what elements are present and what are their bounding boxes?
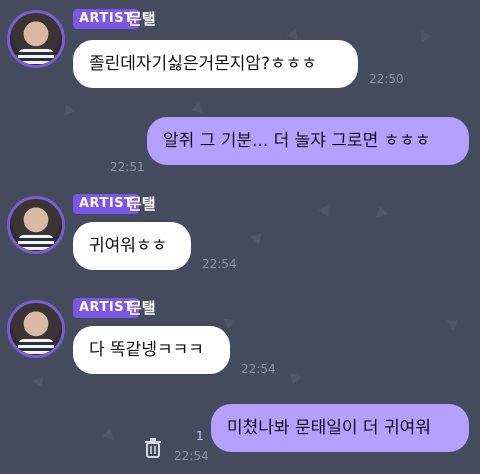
background-pattern (32, 372, 48, 388)
trash-icon[interactable] (143, 437, 163, 459)
artist-avatar[interactable] (7, 300, 65, 358)
message-bubble[interactable]: 다 똑같넹ㅋㅋㅋ (73, 326, 230, 374)
background-pattern (191, 101, 205, 113)
message-time: 22:54 (174, 449, 209, 463)
my-message-bubble[interactable]: 미쳤나봐 문태일이 더 귀여워 (211, 404, 469, 452)
background-pattern (446, 315, 462, 331)
sender-name: 문탤 (128, 299, 156, 317)
background-pattern (416, 27, 432, 43)
background-pattern (286, 369, 302, 385)
message-time: 22:50 (369, 72, 404, 86)
background-pattern (373, 204, 389, 218)
background-pattern (101, 426, 117, 440)
artist-avatar[interactable] (7, 196, 65, 254)
background-pattern (286, 26, 302, 40)
my-message-bubble[interactable]: 알쥐 그 기분... 더 놀쟈 그로면 ㅎㅎㅎ (147, 117, 469, 165)
unread-count: 1 (196, 429, 204, 443)
artist-avatar[interactable] (7, 10, 65, 68)
message-time: 22:51 (110, 160, 145, 174)
message-bubble[interactable]: 귀여워ㅎㅎ (73, 222, 191, 270)
message-time: 22:54 (241, 362, 276, 376)
message-time: 22:54 (202, 257, 237, 271)
sender-name: 문탤 (128, 10, 156, 28)
background-pattern (60, 102, 76, 116)
background-pattern (250, 229, 266, 245)
background-pattern (318, 201, 334, 217)
message-bubble[interactable]: 졸린데자기싫은거몬지암?ㅎㅎㅎ (73, 40, 358, 88)
sender-name: 문탤 (128, 195, 156, 213)
background-pattern (220, 314, 236, 330)
